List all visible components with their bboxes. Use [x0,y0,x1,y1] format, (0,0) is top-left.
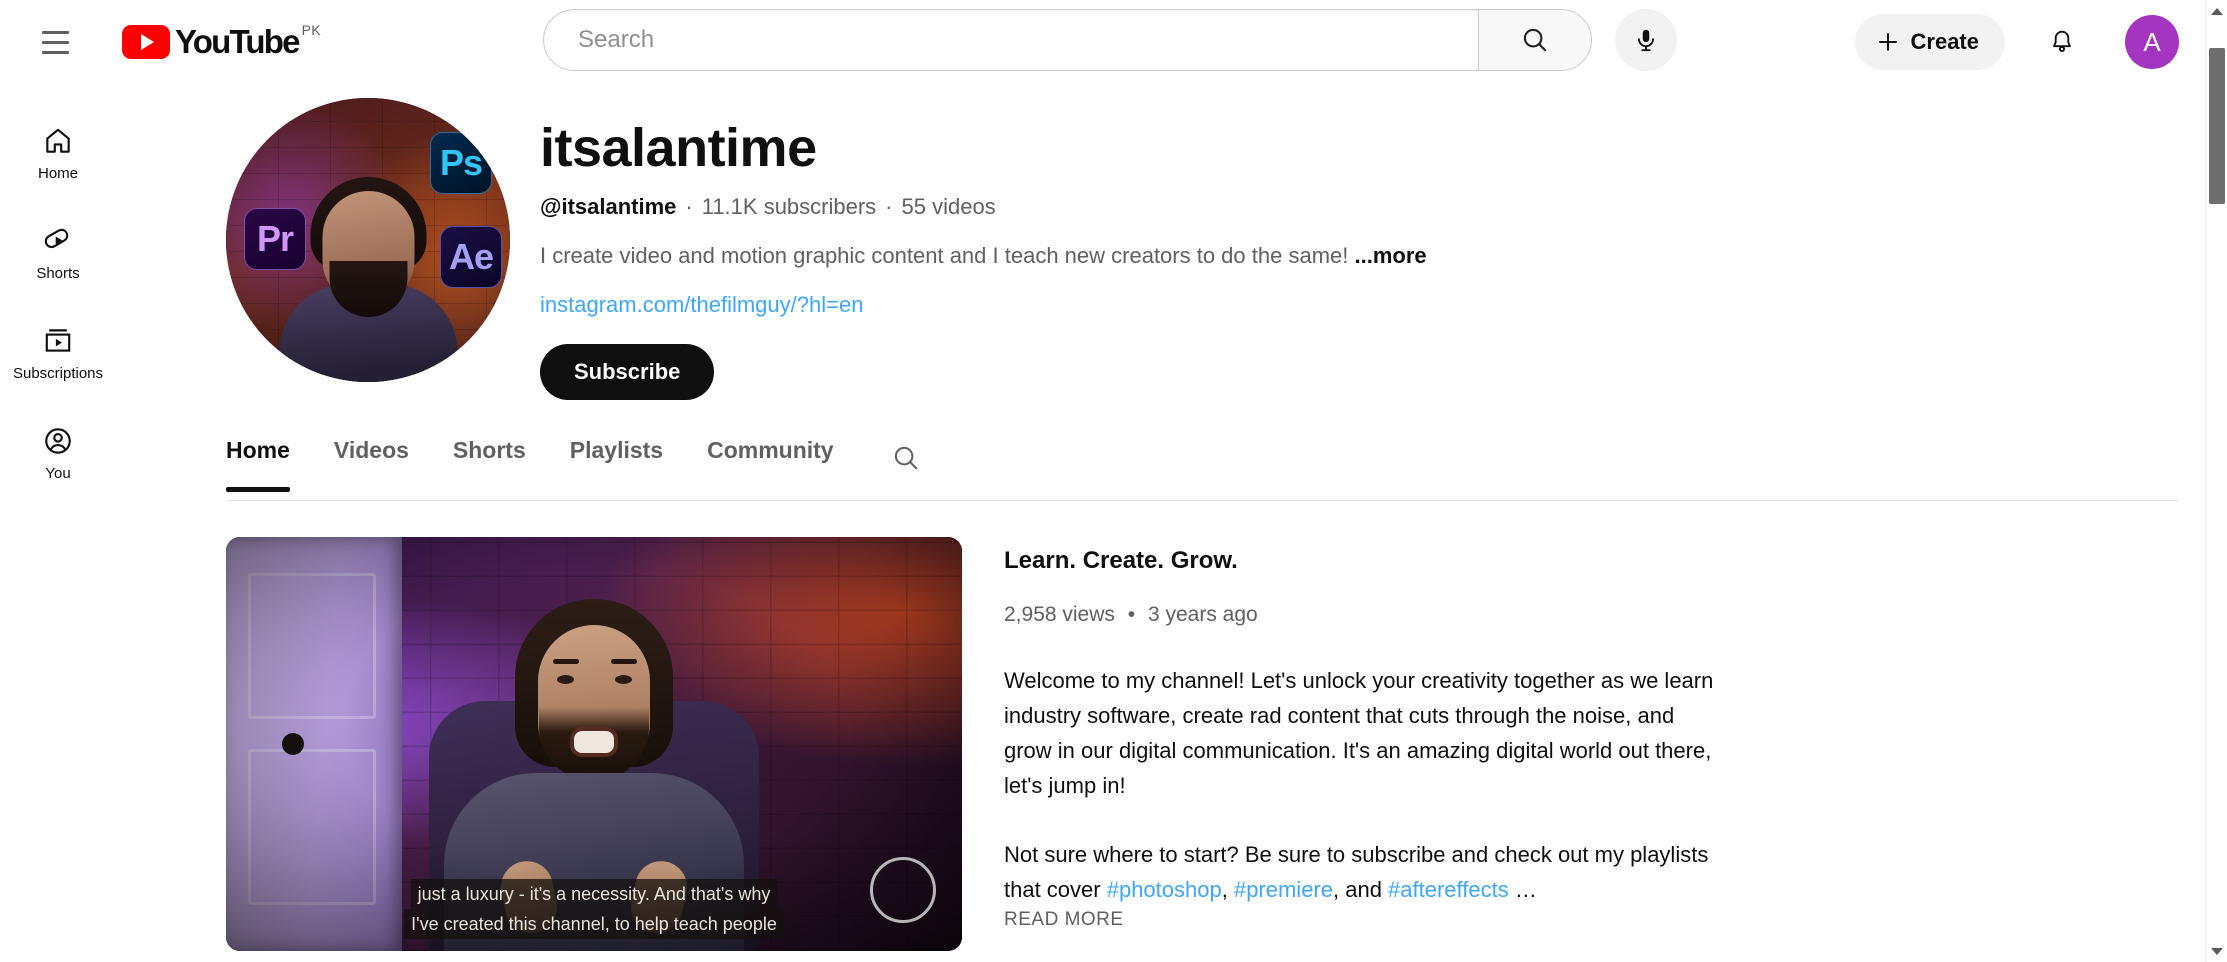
sidebar-item-label: Subscriptions [13,366,103,381]
channel-title: itsalantime [540,116,1427,180]
channel-tabs: Home Videos Shorts Playlists Community [226,430,2178,492]
featured-video-info: Learn. Create. Grow. 2,958 views • 3 yea… [1004,537,1724,951]
subscriber-count: 11.1K subscribers [702,194,876,220]
scroll-up-arrow[interactable] [2206,0,2227,22]
channel-content: Pr Ps Ae itsalantime @itsalantime · 11.1… [116,84,2178,962]
aftereffects-badge-icon: Ae [440,226,502,288]
youtube-logo[interactable]: YouTube PK [122,25,321,59]
shorts-icon [41,224,75,258]
sidebar-item-subscriptions[interactable]: Subscriptions [0,302,116,402]
bell-icon [2048,28,2076,56]
channel-header: Pr Ps Ae itsalantime @itsalantime · 11.1… [116,84,2178,400]
youtube-play-icon [122,25,170,59]
featured-video-description-p1: Welcome to my channel! Let's unlock your… [1004,663,1724,803]
channel-external-link[interactable]: instagram.com/thefilmguy/?hl=en [540,292,1427,318]
search-box[interactable] [543,9,1478,71]
avatar-initial: A [2143,27,2160,58]
tab-playlists[interactable]: Playlists [548,430,685,484]
masthead: YouTube PK [0,0,2227,84]
sidebar-item-label: Home [38,166,78,181]
hamburger-menu-icon[interactable] [26,13,84,71]
scrollbar-thumb[interactable] [2209,48,2225,204]
microphone-icon [1633,27,1659,53]
search-area [543,9,1677,71]
hashtag-separator: , [1222,877,1234,902]
read-more-button[interactable]: READ MORE [1004,909,1724,931]
hamburger-line [42,31,69,34]
photoshop-badge-icon: Ps [430,132,492,194]
tab-videos[interactable]: Videos [312,430,431,484]
channel-meta: @itsalantime · 11.1K subscribers · 55 vi… [540,194,1427,220]
sidebar-item-you[interactable]: You [0,402,116,502]
plus-icon [1875,29,1901,55]
scroll-down-arrow[interactable] [2206,940,2227,962]
home-icon [41,124,75,158]
tab-community[interactable]: Community [685,430,856,484]
sidebar-item-label: You [45,466,70,481]
masthead-left: YouTube PK [0,13,321,71]
hashtag-aftereffects[interactable]: #aftereffects [1388,877,1509,902]
caption-line: I've created this channel, to help teach… [404,909,784,939]
channel-description-text: I create video and motion graphic conten… [540,243,1348,268]
create-button[interactable]: Create [1855,14,2005,70]
channel-description[interactable]: I create video and motion graphic conten… [540,242,1427,270]
search-button[interactable] [1478,9,1592,71]
mini-sidebar: Home Shorts Subscriptions [0,84,116,962]
sidebar-item-shorts[interactable]: Shorts [0,202,116,302]
featured-video-title[interactable]: Learn. Create. Grow. [1004,545,1724,577]
featured-video-meta: 2,958 views • 3 years ago [1004,603,1724,627]
sidebar-item-label: Shorts [36,266,79,281]
hamburger-line [42,51,69,54]
search-icon [891,443,921,473]
voice-search-button[interactable] [1615,9,1677,71]
view-count: 2,958 views [1004,603,1115,626]
published-time: 3 years ago [1148,603,1258,626]
search-input[interactable] [578,26,1478,54]
tabs-divider [226,500,2178,501]
hashtag-premiere[interactable]: #premiere [1234,877,1333,902]
thumbnail-captions: just a luxury - it's a necessity. And th… [274,879,914,939]
channel-info: itsalantime @itsalantime · 11.1K subscri… [540,98,1427,400]
description-ellipsis: … [1509,877,1537,902]
featured-video-thumbnail[interactable]: just a luxury - it's a necessity. And th… [226,537,962,951]
youtube-wordmark: YouTube [175,25,299,59]
subscribe-button[interactable]: Subscribe [540,344,714,400]
avatar-person [281,173,456,382]
meta-separator: • [1128,603,1135,626]
channel-description-more[interactable]: ...more [1355,243,1427,268]
notifications-button[interactable] [2033,13,2091,71]
channel-avatar[interactable]: Pr Ps Ae [226,98,510,382]
create-button-label: Create [1911,29,1979,55]
featured-video: just a luxury - it's a necessity. And th… [226,537,2178,951]
premiere-badge-icon: Pr [244,208,306,270]
masthead-right: Create A [1855,0,2179,84]
channel-handle[interactable]: @itsalantime [540,194,676,220]
hashtag-separator: , and [1333,877,1388,902]
search-icon [1520,25,1550,55]
video-count: 55 videos [902,194,996,220]
tab-shorts[interactable]: Shorts [431,430,548,484]
meta-separator: · [685,194,692,220]
tab-home[interactable]: Home [226,430,312,484]
youtube-country-code: PK [302,22,321,38]
channel-search-button[interactable] [878,430,934,486]
page-scrollbar[interactable] [2205,0,2227,962]
hamburger-line [42,41,69,44]
account-avatar[interactable]: A [2125,15,2179,69]
account-circle-icon [41,424,75,458]
caption-line: just a luxury - it's a necessity. And th… [411,879,778,909]
youtube-channel-page: YouTube PK [0,0,2227,962]
subscriptions-icon [41,324,75,358]
sidebar-item-home[interactable]: Home [0,102,116,202]
featured-video-description-p2: Not sure where to start? Be sure to subs… [1004,837,1724,907]
meta-separator: · [885,194,892,220]
hashtag-photoshop[interactable]: #photoshop [1107,877,1222,902]
